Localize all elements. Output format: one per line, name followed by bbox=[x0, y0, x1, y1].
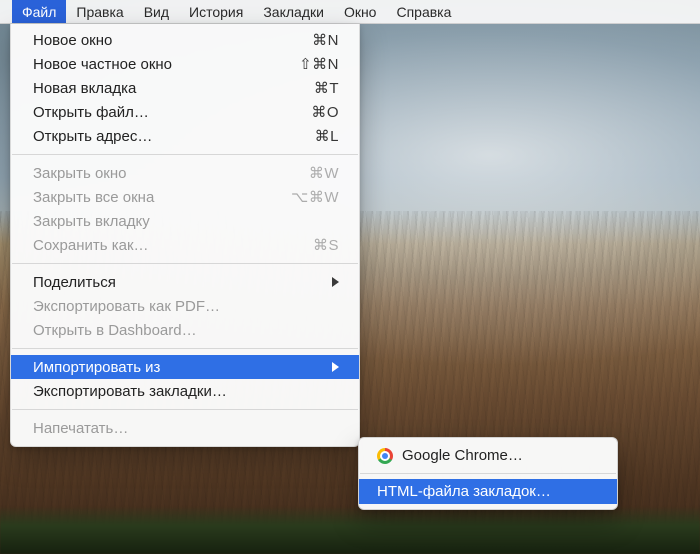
submenu-arrow-icon bbox=[332, 277, 339, 287]
menu-export-pdf: Экспортировать как PDF… bbox=[11, 294, 359, 318]
menu-label: Сохранить как… bbox=[33, 237, 149, 254]
menu-label: Поделиться bbox=[33, 274, 116, 291]
menu-label: Импортировать из bbox=[33, 359, 160, 376]
menu-open-location[interactable]: Открыть адрес… ⌘L bbox=[11, 124, 359, 148]
menubar-label: Справка bbox=[396, 4, 451, 20]
menu-shortcut: ⌥⌘W bbox=[291, 188, 339, 206]
menu-import-from[interactable]: Импортировать из bbox=[11, 355, 359, 379]
menubar-label: Закладки bbox=[263, 4, 324, 20]
menubar-item-edit[interactable]: Правка bbox=[66, 0, 133, 23]
menu-label: Открыть адрес… bbox=[33, 128, 152, 145]
file-menu: Новое окно ⌘N Новое частное окно ⇧⌘N Нов… bbox=[10, 24, 360, 447]
menu-print: Напечатать… bbox=[11, 416, 359, 440]
menubar-label: Окно bbox=[344, 4, 377, 20]
menu-shortcut: ⌘T bbox=[314, 79, 339, 97]
menu-separator bbox=[12, 154, 358, 155]
menu-label: Закрыть окно bbox=[33, 165, 126, 182]
menu-open-file[interactable]: Открыть файл… ⌘O bbox=[11, 100, 359, 124]
menu-label: Напечатать… bbox=[33, 420, 128, 437]
menu-label: Новое частное окно bbox=[33, 56, 172, 73]
chrome-icon bbox=[377, 448, 393, 464]
menubar: Файл Правка Вид История Закладки Окно Сп… bbox=[0, 0, 700, 24]
menu-shortcut: ⌘W bbox=[309, 164, 339, 182]
menu-label: Открыть файл… bbox=[33, 104, 149, 121]
menubar-label: Файл bbox=[22, 4, 56, 20]
menu-export-bookmarks[interactable]: Экспортировать закладки… bbox=[11, 379, 359, 403]
menu-label: Новая вкладка bbox=[33, 80, 136, 97]
menu-share[interactable]: Поделиться bbox=[11, 270, 359, 294]
menu-separator bbox=[12, 348, 358, 349]
menu-new-window[interactable]: Новое окно ⌘N bbox=[11, 28, 359, 52]
submenu-separator bbox=[360, 473, 616, 474]
menu-shortcut: ⇧⌘N bbox=[299, 55, 339, 73]
menu-label: Экспортировать как PDF… bbox=[33, 298, 220, 315]
menu-open-in-dashboard: Открыть в Dashboard… bbox=[11, 318, 359, 342]
menubar-item-view[interactable]: Вид bbox=[134, 0, 179, 23]
menu-new-private-window[interactable]: Новое частное окно ⇧⌘N bbox=[11, 52, 359, 76]
wallpaper-treeline bbox=[0, 506, 700, 554]
menubar-item-history[interactable]: История bbox=[179, 0, 253, 23]
menu-save-as: Сохранить как… ⌘S bbox=[11, 233, 359, 257]
submenu-label: HTML-файла закладок… bbox=[377, 483, 551, 500]
menu-close-all-windows: Закрыть все окна ⌥⌘W bbox=[11, 185, 359, 209]
menu-shortcut: ⌘O bbox=[311, 103, 339, 121]
menu-shortcut: ⌘L bbox=[315, 127, 339, 145]
menubar-label: Вид bbox=[144, 4, 169, 20]
submenu-google-chrome[interactable]: Google Chrome… bbox=[359, 443, 617, 468]
menubar-item-window[interactable]: Окно bbox=[334, 0, 387, 23]
menubar-label: История bbox=[189, 4, 243, 20]
submenu-html-bookmarks-file[interactable]: HTML-файла закладок… bbox=[359, 479, 617, 504]
menubar-item-bookmarks[interactable]: Закладки bbox=[253, 0, 334, 23]
menu-label: Закрыть вкладку bbox=[33, 213, 150, 230]
menubar-item-file[interactable]: Файл bbox=[12, 0, 66, 23]
menu-close-tab: Закрыть вкладку bbox=[11, 209, 359, 233]
menu-close-window: Закрыть окно ⌘W bbox=[11, 161, 359, 185]
menu-label: Новое окно bbox=[33, 32, 112, 49]
menubar-label: Правка bbox=[76, 4, 123, 20]
submenu-label: Google Chrome… bbox=[402, 447, 523, 464]
menu-shortcut: ⌘S bbox=[313, 236, 339, 254]
menu-separator bbox=[12, 263, 358, 264]
menu-new-tab[interactable]: Новая вкладка ⌘T bbox=[11, 76, 359, 100]
menu-label: Экспортировать закладки… bbox=[33, 383, 227, 400]
menu-shortcut: ⌘N bbox=[312, 31, 339, 49]
menu-label: Открыть в Dashboard… bbox=[33, 322, 197, 339]
menubar-item-help[interactable]: Справка bbox=[386, 0, 461, 23]
menu-separator bbox=[12, 409, 358, 410]
submenu-arrow-icon bbox=[332, 362, 339, 372]
menu-label: Закрыть все окна bbox=[33, 189, 154, 206]
import-from-submenu: Google Chrome… HTML-файла закладок… bbox=[358, 437, 618, 510]
